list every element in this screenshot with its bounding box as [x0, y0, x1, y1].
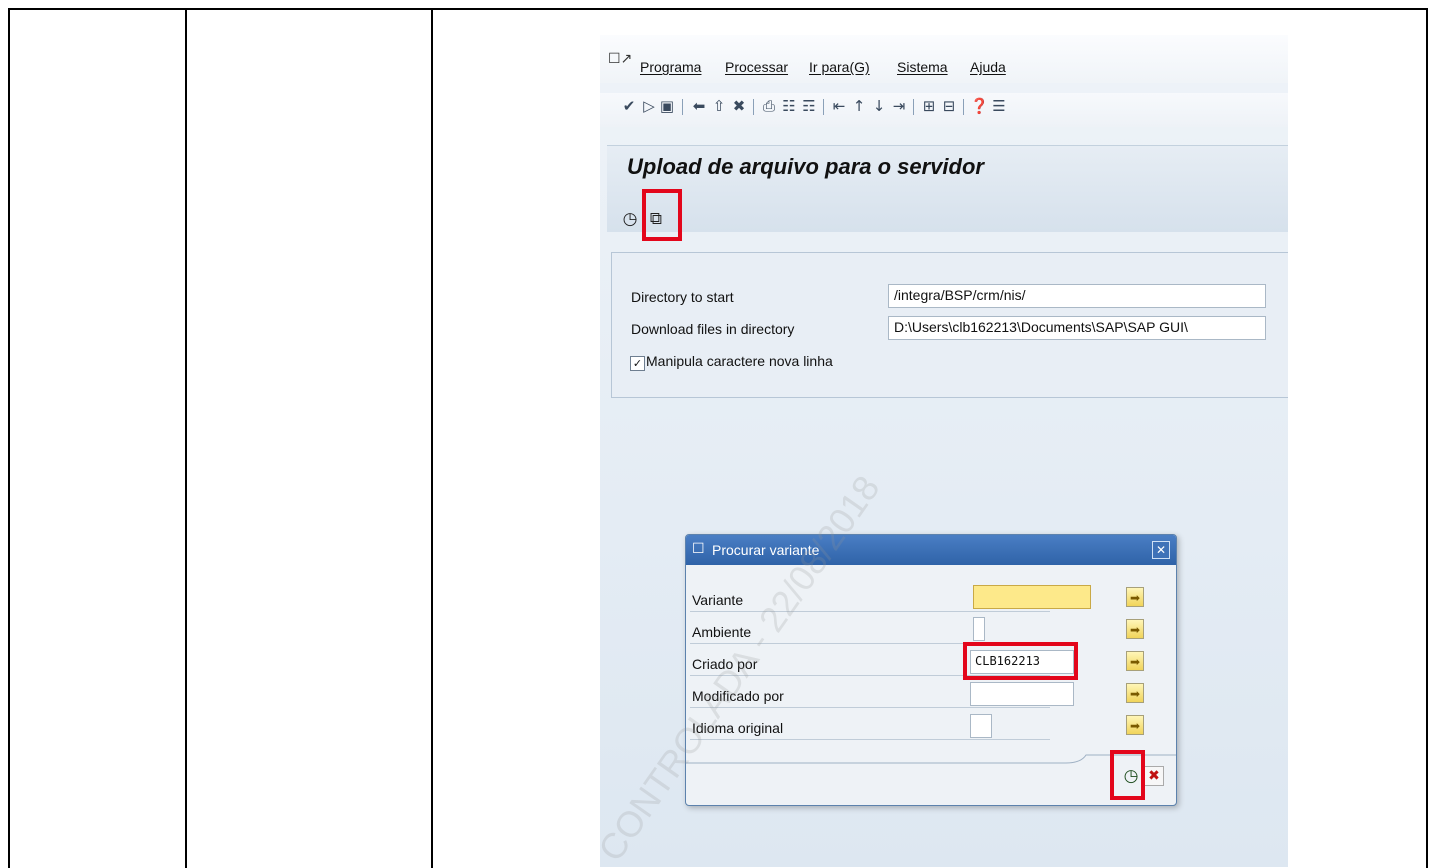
screen-title: Upload de arquivo para o servidor	[627, 154, 984, 179]
row-divider	[690, 739, 1050, 740]
menu-sistema[interactable]: Sistema	[897, 59, 948, 75]
annotation-highlight	[642, 189, 682, 241]
variante-select-arrow-icon[interactable]: ➡	[1126, 587, 1144, 607]
save-icon[interactable]: ▣	[658, 97, 676, 115]
toolbar-separator	[913, 99, 914, 115]
toolbar-separator	[682, 99, 683, 115]
menu-window-icon[interactable]: ☐↗	[608, 52, 632, 66]
dialog-title-bar: ☐ Procurar variante ✕	[686, 535, 1176, 565]
dialog-close-icon[interactable]: ✕	[1152, 541, 1170, 559]
shortcut-icon[interactable]: ⊟	[940, 97, 958, 115]
table-column-divider	[185, 8, 187, 868]
criado-por-select-arrow-icon[interactable]: ➡	[1126, 651, 1144, 671]
newline-checkbox[interactable]: ✓	[630, 356, 645, 371]
variante-field[interactable]	[973, 585, 1091, 609]
toolbar-separator	[823, 99, 824, 115]
exit-icon[interactable]: ⇧	[710, 97, 728, 115]
cancel-icon[interactable]: ✖	[1144, 766, 1164, 786]
help-icon[interactable]: ❓	[970, 97, 989, 115]
table-column-divider	[431, 8, 433, 868]
directory-label: Directory to start	[631, 289, 734, 305]
menu-ir-para[interactable]: Ir para(G)	[809, 59, 870, 75]
find-next-icon[interactable]: ☶	[800, 97, 818, 115]
sap-screenshot: ☐↗ Programa Processar Ir para(G) Sistema…	[600, 35, 1288, 867]
newline-checkbox-label: Manipula caractere nova linha	[646, 353, 833, 369]
check-icon[interactable]: ✔	[620, 97, 638, 115]
ambiente-select-arrow-icon[interactable]: ➡	[1126, 619, 1144, 639]
next-page-icon[interactable]: ↓	[870, 97, 888, 115]
last-page-icon[interactable]: ⇥	[890, 97, 908, 115]
row-divider	[690, 611, 1050, 612]
menu-programa[interactable]: Programa	[640, 59, 701, 75]
toolbar-separator	[753, 99, 754, 115]
toolbar-separator	[963, 99, 964, 115]
modificado-por-select-arrow-icon[interactable]: ➡	[1126, 683, 1144, 703]
dialog-window-icon: ☐	[692, 541, 705, 557]
menu-ajuda[interactable]: Ajuda	[970, 59, 1006, 75]
ambiente-field[interactable]	[973, 617, 985, 641]
row-divider	[690, 707, 1050, 708]
variante-label: Variante	[692, 592, 744, 608]
play-icon[interactable]: ▷	[640, 97, 658, 115]
prev-page-icon[interactable]: ↑	[850, 97, 868, 115]
back-icon[interactable]: ⬅	[690, 97, 708, 115]
annotation-highlight	[963, 642, 1078, 680]
customize-icon[interactable]: ☰	[990, 97, 1008, 115]
download-directory-field[interactable]: D:\Users\clb162213\Documents\SAP\SAP GUI…	[888, 316, 1266, 340]
idioma-original-field[interactable]	[970, 714, 992, 738]
menu-processar[interactable]: Processar	[725, 59, 788, 75]
first-page-icon[interactable]: ⇤	[830, 97, 848, 115]
menu-bar: ☐↗ Programa Processar Ir para(G) Sistema…	[600, 35, 1288, 83]
execute-icon[interactable]: ◷	[619, 208, 641, 230]
idioma-original-select-arrow-icon[interactable]: ➡	[1126, 715, 1144, 735]
annotation-highlight	[1110, 750, 1145, 800]
cancel-icon[interactable]: ✖	[730, 97, 748, 115]
print-icon[interactable]: ⎙	[760, 97, 778, 115]
new-session-icon[interactable]: ⊞	[920, 97, 938, 115]
modificado-por-field[interactable]	[970, 682, 1074, 706]
footer-divider-curve	[686, 754, 1176, 764]
directory-field[interactable]: /integra/BSP/crm/nis/	[888, 284, 1266, 308]
find-icon[interactable]: ☷	[780, 97, 798, 115]
download-directory-label: Download files in directory	[631, 321, 795, 337]
dialog-footer	[686, 753, 1176, 805]
screen-title-area: Upload de arquivo para o servidor ◷ ⧉	[607, 145, 1288, 232]
